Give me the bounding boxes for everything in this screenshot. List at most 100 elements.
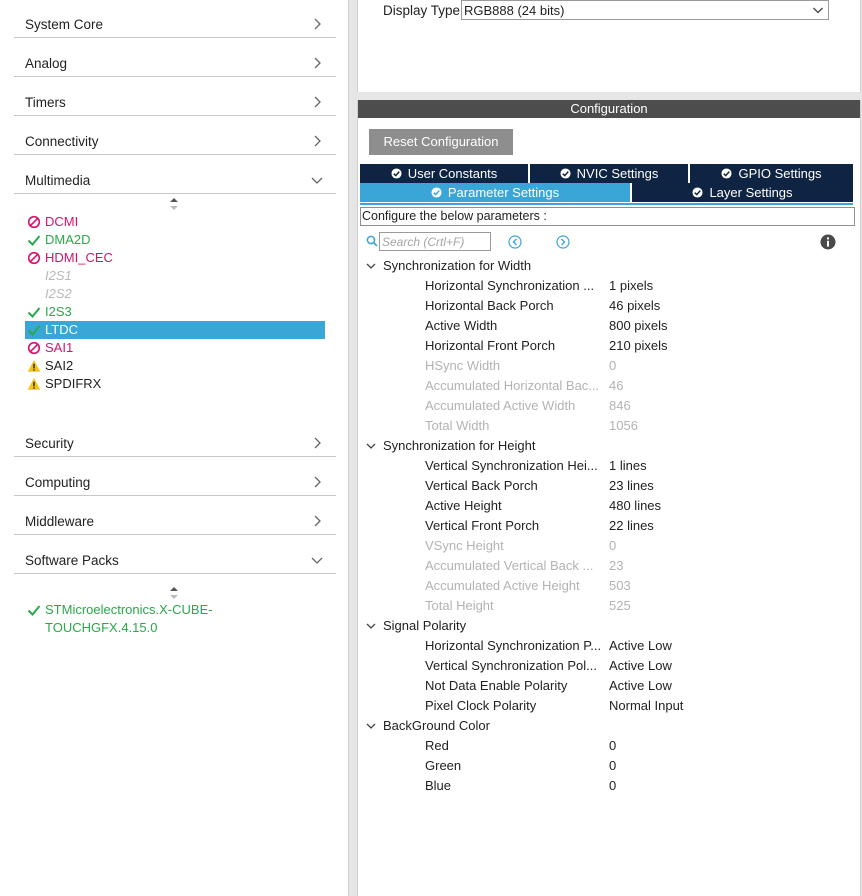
ip-item-sai2[interactable]: SAI2 bbox=[25, 357, 325, 375]
category-timers[interactable]: Timers bbox=[14, 78, 336, 116]
check-circle-icon bbox=[391, 168, 402, 179]
param-row[interactable]: Blue 0 bbox=[425, 777, 845, 795]
param-value: 46 bbox=[609, 378, 624, 393]
param-row[interactable]: Pixel Clock Polarity Normal Input bbox=[425, 697, 845, 715]
param-row[interactable]: Vertical Synchronization Pol... Active Lo… bbox=[425, 657, 845, 675]
sort-icon[interactable] bbox=[168, 197, 180, 211]
param-row[interactable]: Horizontal Synchronization P... Active Lo… bbox=[425, 637, 845, 655]
param-name: Accumulated Active Width bbox=[425, 398, 576, 413]
software-pack-item[interactable]: STMicroelectronics.X-CUBE-TOUCHGFX.4.15.… bbox=[25, 601, 325, 635]
ip-item-i2s2[interactable]: I2S2 bbox=[25, 285, 325, 303]
param-value: 0 bbox=[609, 358, 617, 373]
param-value: Active Low bbox=[609, 658, 672, 673]
ip-item-label: I2S3 bbox=[45, 304, 72, 319]
category-multimedia[interactable]: Multimedia bbox=[14, 156, 336, 194]
configuration-header: Configuration bbox=[358, 100, 860, 118]
param-value: 22 lines bbox=[609, 518, 654, 533]
param-row: VSync Height 0 bbox=[425, 537, 845, 555]
group-label: Synchronization for Width bbox=[383, 258, 532, 273]
category-label: Middleware bbox=[25, 514, 95, 529]
tab-gpio-settings[interactable]: GPIO Settings bbox=[690, 164, 853, 183]
param-name: VSync Height bbox=[425, 538, 504, 553]
tab-label: Layer Settings bbox=[709, 185, 793, 200]
previous-result-icon[interactable] bbox=[508, 235, 522, 249]
param-name: HSync Width bbox=[425, 358, 501, 373]
mode-panel: Display Type RGB888 (24 bits) bbox=[357, 0, 861, 92]
chevron-right-icon bbox=[314, 96, 321, 108]
param-name: Blue bbox=[425, 778, 452, 793]
ip-item-dma2d[interactable]: DMA2D bbox=[25, 231, 325, 249]
param-row: Total Height 525 bbox=[425, 597, 845, 615]
param-name: Pixel Clock Polarity bbox=[425, 698, 537, 713]
category-software-packs[interactable]: Software Packs bbox=[14, 536, 336, 574]
display-type-select[interactable]: RGB888 (24 bits) bbox=[461, 0, 829, 20]
param-name: Vertical Front Porch bbox=[425, 518, 540, 533]
ip-item-label: HDMI_CEC bbox=[45, 250, 113, 265]
check-circle-icon bbox=[692, 187, 703, 198]
ip-item-ltdc[interactable]: LTDC bbox=[25, 321, 325, 339]
param-row[interactable]: Red 0 bbox=[425, 737, 845, 755]
chevron-down-icon bbox=[311, 557, 323, 564]
configure-hint: Configure the below parameters : bbox=[360, 207, 855, 226]
param-value: 846 bbox=[609, 398, 631, 413]
display-type-value: RGB888 (24 bits) bbox=[464, 3, 565, 18]
ip-item-hdmi-cec[interactable]: HDMI_CEC bbox=[25, 249, 325, 267]
category-middleware[interactable]: Middleware bbox=[14, 497, 336, 535]
param-value: 210 pixels bbox=[609, 338, 668, 353]
ip-item-dcmi[interactable]: DCMI bbox=[25, 213, 325, 231]
param-value: 1056 bbox=[609, 418, 638, 433]
category-connectivity[interactable]: Connectivity bbox=[14, 117, 336, 155]
param-row[interactable]: Active Width 800 pixels bbox=[425, 317, 845, 335]
param-row[interactable]: Active Height 480 lines bbox=[425, 497, 845, 515]
param-value: Normal Input bbox=[609, 698, 684, 713]
ip-item-label: SAI1 bbox=[45, 340, 74, 355]
param-value: 525 bbox=[609, 598, 631, 613]
chevron-right-icon bbox=[314, 135, 321, 147]
search-input[interactable] bbox=[379, 232, 491, 251]
param-row[interactable]: Horizontal Back Porch 46 pixels bbox=[425, 297, 845, 315]
param-name: Accumulated Horizontal Bac... bbox=[425, 378, 600, 393]
category-system-core[interactable]: System Core bbox=[14, 0, 336, 38]
tab-parameter-settings[interactable]: Parameter Settings bbox=[360, 183, 632, 202]
sort-icon[interactable] bbox=[168, 586, 180, 600]
configuration-panel: Configuration Reset Configuration User C… bbox=[357, 100, 861, 896]
param-name: Total Width bbox=[425, 418, 490, 433]
warning-icon bbox=[27, 378, 41, 390]
category-label: Timers bbox=[25, 95, 66, 110]
ip-item-i2s3[interactable]: I2S3 bbox=[25, 303, 325, 321]
left-panel: System Core Analog Timers Connectivity M… bbox=[0, 0, 349, 896]
check-icon bbox=[27, 325, 41, 336]
param-name: Green bbox=[425, 758, 462, 773]
param-row[interactable]: Vertical Synchronization Hei... 1 lines bbox=[425, 457, 845, 475]
param-value: 0 bbox=[609, 758, 617, 773]
next-result-icon[interactable] bbox=[556, 235, 570, 249]
ip-item-sai1[interactable]: SAI1 bbox=[25, 339, 325, 357]
ip-item-spdifrx[interactable]: SPDIFRX bbox=[25, 375, 325, 393]
check-circle-icon bbox=[431, 187, 442, 198]
param-row[interactable]: Green 0 bbox=[425, 757, 845, 775]
param-name: Total Height bbox=[425, 598, 494, 613]
tab-user-constants[interactable]: User Constants bbox=[360, 164, 530, 183]
ip-item-label: SAI2 bbox=[45, 358, 74, 373]
param-row[interactable]: Not Data Enable Polarity Active Low bbox=[425, 677, 845, 695]
param-value: 46 pixels bbox=[609, 298, 661, 313]
reset-configuration-button[interactable]: Reset Configuration bbox=[369, 129, 513, 155]
category-security[interactable]: Security bbox=[14, 419, 336, 457]
tab-nvic-settings[interactable]: NVIC Settings bbox=[530, 164, 690, 183]
param-row[interactable]: Vertical Back Porch 23 lines bbox=[425, 477, 845, 495]
chevron-down-icon bbox=[813, 7, 823, 14]
param-row[interactable]: Horizontal Front Porch 210 pixels bbox=[425, 337, 845, 355]
ip-item-label: I2S2 bbox=[45, 286, 72, 301]
ip-item-i2s1[interactable]: I2S1 bbox=[25, 267, 325, 285]
param-value: 1 pixels bbox=[609, 278, 654, 293]
search-icon bbox=[366, 235, 378, 247]
chevron-down-icon bbox=[366, 443, 376, 449]
no-entry-icon bbox=[27, 251, 41, 265]
param-row[interactable]: Horizontal Synchronization ... 1 pixels bbox=[425, 277, 845, 295]
param-row[interactable]: Vertical Front Porch 22 lines bbox=[425, 517, 845, 535]
category-computing[interactable]: Computing bbox=[14, 458, 336, 496]
info-icon[interactable] bbox=[820, 234, 836, 250]
category-label: Security bbox=[25, 436, 74, 451]
tab-layer-settings[interactable]: Layer Settings bbox=[632, 183, 853, 202]
category-analog[interactable]: Analog bbox=[14, 39, 336, 77]
